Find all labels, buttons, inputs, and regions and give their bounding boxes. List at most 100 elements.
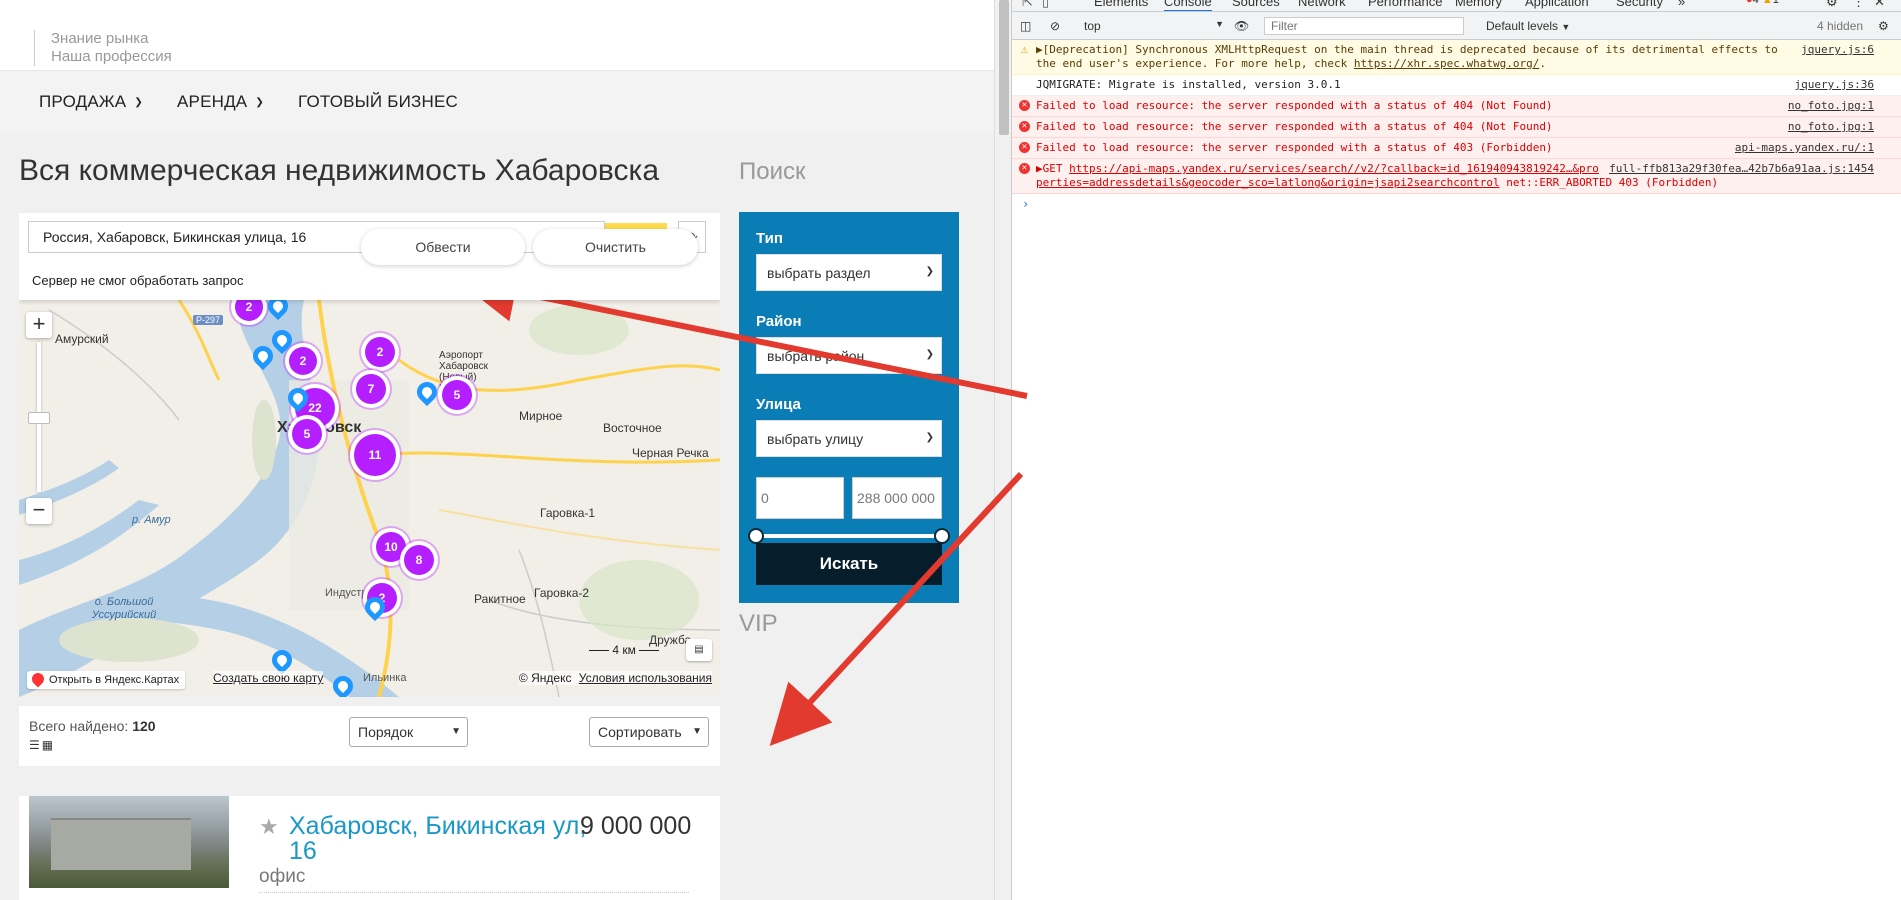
zoom-in-button[interactable]: + xyxy=(26,312,52,338)
console-source-link[interactable]: jquery.js:36 xyxy=(1795,78,1874,92)
price-min-handle[interactable] xyxy=(748,528,764,544)
outline-button[interactable]: Обвести xyxy=(361,229,525,265)
console-source-link[interactable]: no_foto.jpg:1 xyxy=(1788,99,1874,113)
gear-icon[interactable]: ⚙ xyxy=(1826,0,1838,10)
tab-elements[interactable]: Elements xyxy=(1094,0,1148,9)
console-message-info[interactable]: JQMIGRATE: Migrate is installed, version… xyxy=(1012,75,1901,96)
tab-console[interactable]: Console xyxy=(1164,0,1212,11)
price-max-input[interactable]: 288 000 000 xyxy=(852,477,942,519)
open-in-yandex-link[interactable]: Открыть в Яндекс.Картах xyxy=(27,670,186,689)
zoom-control: + − xyxy=(26,312,52,532)
context-select[interactable]: top ▼ xyxy=(1084,17,1224,35)
street-select[interactable]: выбрать улицу ❯ xyxy=(756,420,942,457)
console-source-link[interactable]: jquery.js:6 xyxy=(1801,43,1874,57)
district-select[interactable]: выбрать район ❯ xyxy=(756,337,942,374)
map-label: Ильинка xyxy=(363,672,407,684)
console-message-err[interactable]: ✕ Failed to load resource: the server res… xyxy=(1012,117,1901,138)
listing-photo[interactable] xyxy=(29,796,229,888)
map-label: Р-297 xyxy=(193,315,224,325)
ruler-icon[interactable]: ▤ xyxy=(686,639,712,661)
tab-security[interactable]: Security xyxy=(1616,0,1663,9)
grid-view-icon[interactable]: ▦ xyxy=(42,738,55,752)
nav-item-sale[interactable]: ПРОДАЖА ❯ xyxy=(39,92,143,112)
map-cluster-marker[interactable]: 2 xyxy=(361,333,399,371)
issue-badges[interactable]: ●4 ▲1 xyxy=(1746,0,1779,6)
price-range-track[interactable] xyxy=(756,534,942,538)
listing-type: офис xyxy=(259,866,306,887)
map-error-message: Сервер не смог обработать запрос xyxy=(32,273,244,288)
page-scrollbar[interactable] xyxy=(994,0,1011,900)
map-cluster-marker[interactable]: 2 xyxy=(285,343,321,379)
map-cluster-marker[interactable]: 11 xyxy=(350,430,400,480)
chevron-down-icon: ❯ xyxy=(925,349,934,360)
zoom-slider-handle[interactable] xyxy=(28,412,50,424)
type-select[interactable]: выбрать раздел ❯ xyxy=(756,254,942,291)
tagline-line-2: Наша профессия xyxy=(51,48,172,65)
sidebar-toggle-icon[interactable]: ◫ xyxy=(1020,19,1031,33)
order-select[interactable]: Порядок ▼ xyxy=(349,717,468,747)
tab-sources[interactable]: Sources xyxy=(1232,0,1280,9)
search-submit-button[interactable]: Искать xyxy=(756,543,942,585)
console-message-err[interactable]: ✕ Failed to load resource: the server res… xyxy=(1012,96,1901,117)
price-max-handle[interactable] xyxy=(934,528,950,544)
nav-item-business[interactable]: ГОТОВЫЙ БИЗНЕС xyxy=(298,92,458,112)
nav-item-rent[interactable]: АРЕНДА ❯ xyxy=(177,92,264,112)
building-image xyxy=(51,818,191,870)
chevron-down-icon: ❯ xyxy=(925,432,934,443)
tab-network[interactable]: Network xyxy=(1298,0,1346,9)
scrollbar-thumb[interactable] xyxy=(999,0,1009,135)
vip-heading: VIP xyxy=(739,610,778,637)
favorite-star-icon[interactable]: ★ xyxy=(259,814,279,840)
console-message-link[interactable]: https://xhr.spec.whatwg.org/ xyxy=(1354,57,1539,70)
tab-application[interactable]: Application xyxy=(1525,0,1589,9)
tab-memory[interactable]: Memory xyxy=(1455,0,1502,9)
devtools-tabs: ⇱ ▯ Elements Console Sources Network Per… xyxy=(1012,0,1901,12)
map-cluster-marker[interactable]: 5 xyxy=(288,415,326,453)
sort-select[interactable]: Сортировать ▼ xyxy=(589,717,709,747)
map-cluster-marker[interactable]: 5 xyxy=(438,376,476,414)
nav-item-label: АРЕНДА xyxy=(177,92,248,111)
console-settings-gear-icon[interactable]: ⚙ xyxy=(1878,19,1889,33)
tab-performance[interactable]: Performance xyxy=(1368,0,1442,9)
console-message-err[interactable]: ✕ ▶GET https://api-maps.yandex.ru/service… xyxy=(1012,159,1901,194)
zoom-out-button[interactable]: − xyxy=(26,498,52,524)
clear-button[interactable]: Очистить xyxy=(533,229,698,265)
listing-card[interactable]: ★ Хабаровск, Бикинская ул, 16 9 000 000 … xyxy=(19,796,720,900)
clear-console-icon[interactable]: ⊘ xyxy=(1050,19,1060,33)
search-heading: Поиск xyxy=(739,158,806,185)
console-toolbar: ◫ ⊘ top ▼ 👁 Default levels ▼ 4 hidden ⚙ xyxy=(1012,12,1901,40)
price-min-input[interactable]: 0 xyxy=(756,477,844,519)
device-toggle-icon[interactable]: ▯ xyxy=(1042,0,1049,10)
log-levels-dropdown[interactable]: Default levels ▼ xyxy=(1486,19,1570,33)
results-bar: Всего найдено: 120 ☰▦ Порядок ▼ Сортиров… xyxy=(19,706,720,766)
sort-select-value: Сортировать xyxy=(598,724,682,740)
list-view-icon[interactable]: ☰ xyxy=(29,738,42,752)
error-icon: ✕ xyxy=(1019,163,1030,174)
console-prompt[interactable]: › xyxy=(1012,194,1901,214)
yandex-map[interactable]: Амурский Хабаровск Аэропорт Хабаровск (Н… xyxy=(19,213,720,697)
map-label: Мирное xyxy=(519,409,563,423)
listing-title-link[interactable]: Хабаровск, Бикинская ул, 16 xyxy=(289,814,589,864)
console-message-suffix: net::ERR_ABORTED 403 (Forbidden) xyxy=(1499,176,1719,189)
scale-label: 4 км xyxy=(612,643,636,657)
console-source-link[interactable]: full-ffb813a29f30fea…42b7b6a91aa.js:1454 xyxy=(1609,162,1874,176)
map-label: о. Большой Уссурийский xyxy=(91,596,157,621)
eye-icon[interactable]: 👁 xyxy=(1234,19,1249,33)
console-message-warn[interactable]: ⚠ ▶[Deprecation] Synchronous XMLHttpReque… xyxy=(1012,40,1901,75)
inspect-icon[interactable]: ⇱ xyxy=(1022,0,1033,10)
console-message-err[interactable]: ✕ Failed to load resource: the server res… xyxy=(1012,138,1901,159)
info-icon xyxy=(1019,79,1030,90)
warning-icon: ⚠ xyxy=(1020,42,1029,56)
terms-link[interactable]: Условия использования xyxy=(579,671,712,685)
more-tabs-icon[interactable]: » xyxy=(1678,0,1685,9)
create-map-link[interactable]: Создать свою карту xyxy=(213,671,324,685)
map-cluster-marker[interactable]: 8 xyxy=(400,541,438,579)
close-icon[interactable]: ✕ xyxy=(1874,0,1885,10)
map-canvas[interactable]: Амурский Хабаровск Аэропорт Хабаровск (Н… xyxy=(19,289,720,697)
map-cluster-marker[interactable]: 7 xyxy=(352,370,390,408)
console-source-link[interactable]: no_foto.jpg:1 xyxy=(1788,120,1874,134)
kebab-menu-icon[interactable]: ⋮ xyxy=(1852,0,1865,10)
search-panel: Тип выбрать раздел ❯ Район выбрать район… xyxy=(739,212,959,603)
console-source-link[interactable]: api-maps.yandex.ru/:1 xyxy=(1735,141,1874,155)
console-filter-input[interactable] xyxy=(1264,17,1464,35)
